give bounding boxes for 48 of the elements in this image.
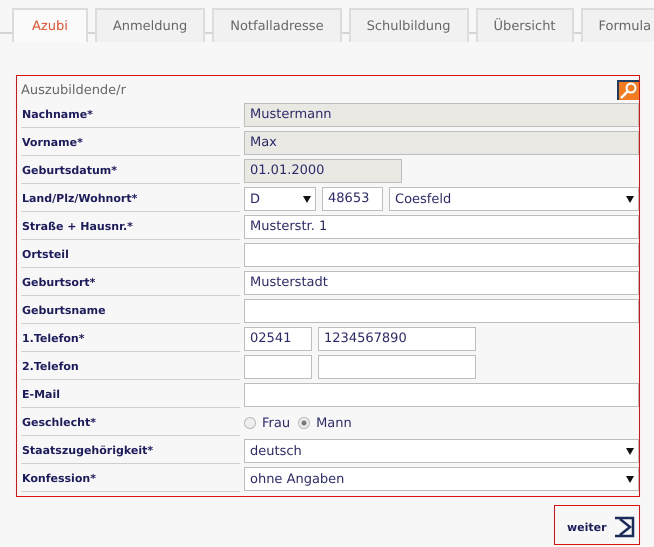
next-button[interactable]: weiter bbox=[554, 505, 640, 545]
field-label: Konfession* bbox=[21, 466, 240, 492]
caret-icon bbox=[303, 196, 311, 202]
dropdown[interactable]: deutsch bbox=[244, 439, 639, 463]
field-label: 2.Telefon bbox=[21, 354, 240, 380]
input-field[interactable] bbox=[244, 299, 639, 323]
field-label: Staatszugehörigkeit* bbox=[21, 438, 240, 464]
dropdown[interactable]: ohne Angaben bbox=[244, 467, 639, 491]
radio-label[interactable]: Frau bbox=[262, 416, 290, 430]
input-field[interactable]: 01.01.2000 bbox=[244, 159, 402, 183]
tab[interactable]: Notfalladresse bbox=[212, 8, 342, 42]
field-label: Geburtsdatum* bbox=[21, 158, 240, 184]
field-label: Geburtsname bbox=[21, 298, 240, 324]
input-field[interactable]: Mustermann bbox=[244, 103, 639, 127]
input-field[interactable]: 02541 bbox=[244, 327, 312, 351]
tab[interactable]: Übersicht bbox=[476, 8, 574, 42]
tab[interactable]: Schulbildung bbox=[348, 8, 469, 42]
search-icon[interactable] bbox=[617, 80, 639, 100]
field-label: Land/Plz/Wohnort* bbox=[21, 186, 240, 212]
field-label: 1.Telefon* bbox=[21, 326, 240, 352]
field-label: Straße + Hausnr.* bbox=[21, 214, 240, 240]
caret-icon bbox=[626, 476, 634, 482]
input-field[interactable]: Musterstadt bbox=[244, 271, 639, 295]
field-label: E-Mail bbox=[21, 382, 240, 408]
field-label: Nachname* bbox=[21, 102, 240, 128]
tab[interactable]: Anmeldung bbox=[94, 8, 206, 42]
caret-icon bbox=[626, 196, 634, 202]
field-label: Geburtsort* bbox=[21, 270, 240, 296]
radio-button[interactable] bbox=[244, 417, 256, 429]
radio-label[interactable]: Mann bbox=[316, 416, 352, 430]
input-field[interactable]: Musterstr. 1 bbox=[244, 215, 639, 239]
input-field[interactable] bbox=[244, 243, 639, 267]
input-field[interactable]: 48653 bbox=[322, 187, 383, 211]
input-field[interactable]: Max bbox=[244, 131, 639, 155]
tab[interactable]: Formula bbox=[580, 8, 654, 42]
field-label: Ortsteil bbox=[21, 242, 240, 268]
input-field[interactable] bbox=[244, 383, 639, 407]
caret-icon bbox=[626, 448, 634, 454]
radio-button[interactable] bbox=[298, 417, 310, 429]
dropdown[interactable]: Coesfeld bbox=[389, 187, 639, 211]
tab[interactable]: Azubi bbox=[12, 8, 88, 42]
section-title: Auszubildende/r bbox=[21, 82, 126, 98]
field-label: Vorname* bbox=[21, 130, 240, 156]
input-field[interactable] bbox=[318, 355, 476, 379]
field-label: Geschlecht* bbox=[21, 410, 240, 436]
input-field[interactable] bbox=[244, 355, 312, 379]
input-field[interactable]: 1234567890 bbox=[318, 327, 476, 351]
dropdown[interactable]: D bbox=[244, 187, 316, 211]
